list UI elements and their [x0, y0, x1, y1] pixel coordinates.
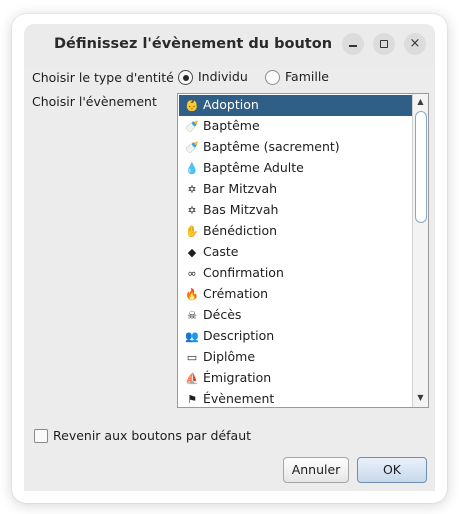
- maximize-button[interactable]: [373, 33, 395, 55]
- list-item-label: Description: [203, 328, 275, 343]
- diamond-icon: ◆: [187, 246, 197, 259]
- list-item-label: Confirmation: [203, 265, 284, 280]
- event-icon: ⚑: [187, 393, 197, 406]
- confirmation-icon: ∞: [187, 267, 197, 280]
- radio-individu-dot[interactable]: [178, 70, 193, 85]
- star-of-david-icon: ✡: [187, 183, 197, 196]
- radio-famille-dot[interactable]: [265, 70, 280, 85]
- list-item[interactable]: ✋ Bénédiction: [179, 221, 416, 242]
- star-of-david-icon: ✡: [187, 204, 197, 217]
- list-item-label: Évènement: [203, 391, 275, 406]
- maximize-icon: [380, 40, 388, 48]
- list-item-label: Bas Mitzvah: [203, 202, 279, 217]
- list-item[interactable]: 👶 Adoption: [179, 95, 416, 116]
- title-bar[interactable]: Définissez l'évènement du bouton ×: [24, 24, 435, 66]
- list-item-label: Décès: [203, 307, 242, 322]
- reset-defaults-box[interactable]: [34, 429, 48, 443]
- scroll-down-arrow-icon[interactable]: ▼: [413, 391, 428, 405]
- scrollbar-thumb[interactable]: [415, 111, 427, 223]
- close-icon: ×: [409, 36, 421, 51]
- event-list[interactable]: 👶 Adoption 🍼 Baptême 🍼 Baptême (sacrement) 💧 Ba…: [177, 93, 429, 408]
- list-item[interactable]: ☠ Décès: [179, 305, 416, 326]
- adult-baptism-icon: 💧: [185, 162, 199, 175]
- baptism-icon: 🍼: [185, 120, 199, 133]
- baptism-sacrament-icon: 🍼: [185, 141, 199, 154]
- diploma-icon: ▭: [186, 351, 198, 364]
- list-item[interactable]: 👥 Description: [179, 326, 416, 347]
- list-item-label: Caste: [203, 244, 239, 259]
- list-item-label: Bénédiction: [203, 223, 278, 238]
- ok-button[interactable]: OK: [357, 457, 427, 483]
- list-item[interactable]: ✡ Bar Mitzvah: [179, 179, 416, 200]
- list-item[interactable]: 🍼 Baptême: [179, 116, 416, 137]
- entity-type-label: Choisir le type d'entité: [32, 70, 174, 85]
- skull-icon: ☠: [187, 309, 197, 322]
- event-label: Choisir l'évènement: [32, 94, 157, 109]
- blessing-hand-icon: ✋: [185, 225, 199, 238]
- adoption-icon: 👶: [185, 99, 199, 112]
- dialog-window: Définissez l'évènement du bouton × Chois…: [24, 24, 435, 491]
- list-item-label: Diplôme: [203, 349, 256, 364]
- list-item[interactable]: 🔥 Crémation: [179, 284, 416, 305]
- list-item-label: Bar Mitzvah: [203, 181, 278, 196]
- people-icon: 👥: [185, 330, 199, 343]
- list-item-label: Baptême (sacrement): [203, 139, 340, 154]
- radio-famille-label: Famille: [285, 69, 329, 84]
- radio-individu-label: Individu: [198, 69, 248, 84]
- list-item[interactable]: ✡ Bas Mitzvah: [179, 200, 416, 221]
- list-item-label: Adoption: [203, 97, 259, 112]
- flame-icon: 🔥: [185, 288, 199, 301]
- dialog-title: Définissez l'évènement du bouton: [53, 36, 333, 52]
- list-item-label: Émigration: [203, 370, 272, 385]
- list-item[interactable]: ▭ Diplôme: [179, 347, 416, 368]
- reset-defaults-label: Revenir aux boutons par défaut: [53, 428, 252, 443]
- list-item[interactable]: ∞ Confirmation: [179, 263, 416, 284]
- list-item[interactable]: ⛵ Émigration: [179, 368, 416, 389]
- list-item[interactable]: 💧 Baptême Adulte: [179, 158, 416, 179]
- scroll-up-arrow-icon[interactable]: ▲: [413, 95, 428, 109]
- vertical-scrollbar[interactable]: ▲ ▼: [412, 94, 428, 407]
- cancel-button[interactable]: Annuler: [283, 457, 349, 483]
- list-item-label: Baptême: [203, 118, 260, 133]
- ship-icon: ⛵: [185, 372, 199, 385]
- minimize-button[interactable]: [342, 33, 364, 55]
- close-button[interactable]: ×: [404, 33, 426, 55]
- list-item[interactable]: 🍼 Baptême (sacrement): [179, 137, 416, 158]
- list-item-label: Baptême Adulte: [203, 160, 304, 175]
- list-item[interactable]: ◆ Caste: [179, 242, 416, 263]
- minimize-icon: [349, 45, 357, 47]
- list-item[interactable]: ⚑ Évènement: [179, 389, 416, 407]
- list-item-label: Crémation: [203, 286, 269, 301]
